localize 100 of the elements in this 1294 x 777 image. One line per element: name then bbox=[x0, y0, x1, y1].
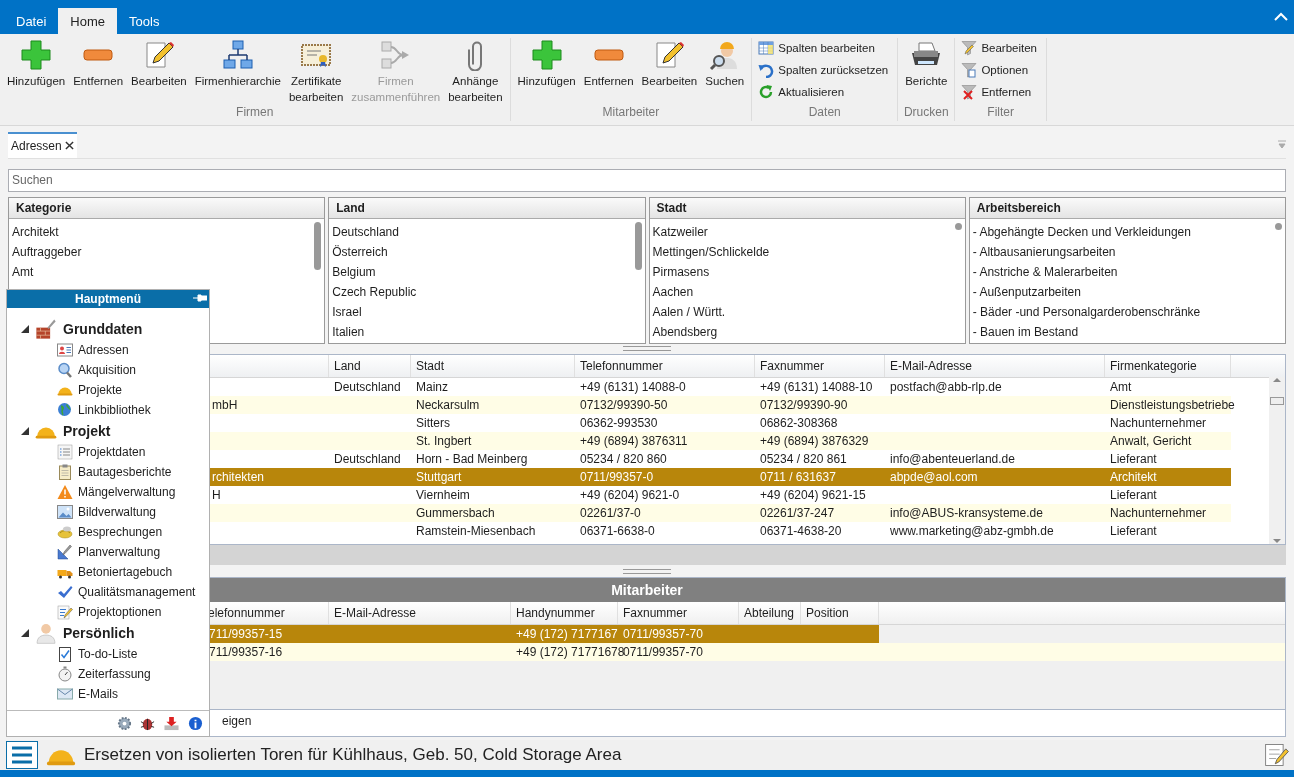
ribbon-button[interactable]: Hinzufügen bbox=[3, 38, 70, 89]
document-tab[interactable]: Adressen bbox=[8, 132, 77, 158]
scrollbar-thumb[interactable] bbox=[314, 221, 322, 270]
menu-item[interactable]: Akquisition bbox=[78, 363, 137, 377]
ribbon-button[interactable]: Spalten zurücksetzen bbox=[755, 62, 895, 78]
menu-item[interactable]: Planverwaltung bbox=[78, 545, 161, 559]
splitter-handle[interactable] bbox=[623, 568, 671, 574]
column-header[interactable]: Land bbox=[329, 197, 645, 219]
menu-item[interactable]: E-Mails bbox=[78, 687, 118, 701]
list-item[interactable]: Auftraggeber bbox=[12, 244, 82, 259]
ribbon-button[interactable]: Optionen bbox=[958, 62, 1043, 78]
pencil-icon bbox=[653, 39, 686, 71]
pin-icon[interactable] bbox=[193, 294, 207, 302]
column-header[interactable]: Telefonnummer bbox=[575, 354, 755, 377]
list-item[interactable]: Israel bbox=[332, 304, 362, 319]
menu-section[interactable]: Grunddaten bbox=[63, 321, 143, 337]
column-header[interactable]: Firmenkategorie bbox=[1105, 354, 1231, 377]
table-cell: Stuttgart bbox=[416, 469, 462, 484]
list-item[interactable]: Abendsberg bbox=[652, 324, 718, 339]
menu-item[interactable]: Mängelverwaltung bbox=[78, 485, 176, 499]
column-header[interactable]: Faxnummer bbox=[755, 354, 885, 377]
list-item[interactable]: Italien bbox=[332, 324, 365, 339]
refresh-icon bbox=[758, 84, 775, 100]
list-item[interactable]: Aalen / Württ. bbox=[652, 304, 726, 319]
ribbon-button[interactable]: Anhänge bearbeiten bbox=[444, 38, 507, 105]
ribbon-button[interactable]: Spalten bearbeiten bbox=[755, 40, 895, 56]
list-item[interactable]: - Altbausanierungsarbeiten bbox=[972, 244, 1116, 259]
menu-item[interactable]: Bautagesberichte bbox=[78, 465, 172, 479]
menu-item[interactable]: Qualitätsmanagement bbox=[78, 585, 196, 599]
ribbon-button[interactable]: Hinzufügen bbox=[513, 38, 580, 89]
list-item[interactable]: Belgium bbox=[332, 264, 376, 279]
ribbon-button[interactable]: Suchen bbox=[701, 38, 749, 89]
list-item[interactable]: Aachen bbox=[652, 284, 694, 299]
splitter-handle[interactable] bbox=[623, 346, 671, 352]
menu-item[interactable]: To-do-Liste bbox=[78, 647, 138, 661]
menu-item[interactable]: Bildverwaltung bbox=[78, 505, 157, 519]
list-item[interactable]: Katzweiler bbox=[652, 224, 708, 239]
info-icon bbox=[188, 716, 203, 731]
list-item[interactable]: Deutschland bbox=[332, 224, 399, 239]
address-card-icon bbox=[57, 342, 73, 358]
menu-item[interactable]: Projekte bbox=[78, 383, 123, 397]
list-item[interactable]: - Anstriche & Malerarbeiten bbox=[972, 264, 1118, 279]
menu-tab[interactable]: Home bbox=[58, 8, 118, 34]
form-pencil-icon bbox=[57, 604, 73, 620]
table-cell: 06371-6638-0 bbox=[580, 523, 655, 538]
column-header[interactable]: Stadt bbox=[649, 197, 965, 219]
column-header[interactable]: Land bbox=[329, 354, 411, 377]
menu-item[interactable]: Linkbibliothek bbox=[78, 403, 151, 417]
menu-item[interactable]: Zeiterfassung bbox=[78, 667, 151, 681]
menu-tab[interactable]: Tools bbox=[117, 8, 172, 34]
menu-button[interactable] bbox=[6, 741, 38, 769]
menu-tab[interactable]: Datei bbox=[4, 8, 59, 34]
collapse-caret-icon[interactable] bbox=[1274, 12, 1288, 22]
scroll-down-arrow-icon[interactable] bbox=[1273, 538, 1281, 545]
ribbon-button[interactable]: Entfernen bbox=[958, 84, 1043, 100]
funnel-document-icon bbox=[961, 62, 978, 78]
table-cell: 05234 / 820 860 bbox=[580, 451, 667, 466]
list-item[interactable]: Pirmasens bbox=[652, 264, 710, 279]
list-item[interactable]: Mettingen/Schlickelde bbox=[652, 244, 770, 259]
ribbon-button[interactable]: Bearbeiten bbox=[637, 38, 702, 89]
vertical-scrollbar[interactable] bbox=[1269, 376, 1285, 545]
menu-item[interactable]: Projektoptionen bbox=[78, 605, 162, 619]
list-item[interactable]: Österreich bbox=[332, 244, 388, 259]
column-header[interactable]: Faxnummer bbox=[618, 602, 739, 625]
ribbon-button[interactable]: Entfernen bbox=[69, 38, 128, 89]
ribbon-button[interactable]: Entfernen bbox=[579, 38, 638, 89]
column-header[interactable]: Position bbox=[801, 602, 879, 625]
scrollbar-thumb[interactable] bbox=[954, 222, 962, 230]
group-title: Drucken bbox=[902, 105, 950, 121]
ribbon-button[interactable]: Aktualisieren bbox=[755, 84, 895, 100]
scroll-up-arrow-icon[interactable] bbox=[1273, 376, 1281, 383]
menu-item[interactable]: Besprechungen bbox=[78, 525, 163, 539]
ribbon-button[interactable]: Bearbeiten bbox=[958, 40, 1043, 56]
column-header[interactable]: Kategorie bbox=[9, 197, 325, 219]
column-header[interactable]: Arbeitsbereich bbox=[969, 197, 1285, 219]
list-item[interactable]: - Bauen im Bestand bbox=[972, 324, 1079, 339]
menu-section[interactable]: Persönlich bbox=[63, 625, 135, 641]
column-header[interactable]: Abteilung bbox=[739, 602, 801, 625]
column-header[interactable]: Handynummer bbox=[511, 602, 618, 625]
scrollbar-thumb[interactable] bbox=[1275, 222, 1282, 230]
list-item[interactable]: - Bäder -und Personalgarderobenschränke bbox=[972, 304, 1201, 319]
list-item[interactable]: - Außenputzarbeiten bbox=[972, 284, 1081, 299]
column-header[interactable]: E-Mail-Adresse bbox=[329, 602, 511, 625]
project-title: Ersetzen von isolierten Toren für Kühlhaus, Geb. 50, Cold Storage Area bbox=[84, 745, 622, 765]
scrollbar-thumb[interactable] bbox=[634, 221, 642, 270]
ribbon-button[interactable]: Firmenhierarchie bbox=[190, 38, 285, 89]
table-cell: Lieferant bbox=[1110, 523, 1157, 538]
column-header[interactable]: Stadt bbox=[411, 354, 575, 377]
list-item[interactable]: Architekt bbox=[12, 224, 59, 239]
ribbon-button[interactable]: Bearbeiten bbox=[127, 38, 191, 89]
column-header[interactable]: E-Mail-Adresse bbox=[885, 354, 1105, 377]
search-field[interactable]: Suchen bbox=[8, 168, 1286, 192]
menu-item[interactable]: Adressen bbox=[78, 343, 129, 357]
ribbon-button[interactable]: Zertifikate bearbeiten bbox=[284, 38, 348, 105]
menu-item[interactable]: Betoniertagebuch bbox=[78, 565, 173, 579]
list-item[interactable]: Czech Republic bbox=[332, 284, 417, 299]
list-item[interactable]: Amt bbox=[12, 264, 34, 279]
list-item[interactable]: - Abgehängte Decken und Verkleidungen bbox=[972, 224, 1191, 239]
ribbon-button[interactable]: Berichte bbox=[901, 38, 952, 89]
scrollbar-thumb[interactable] bbox=[1270, 396, 1284, 405]
